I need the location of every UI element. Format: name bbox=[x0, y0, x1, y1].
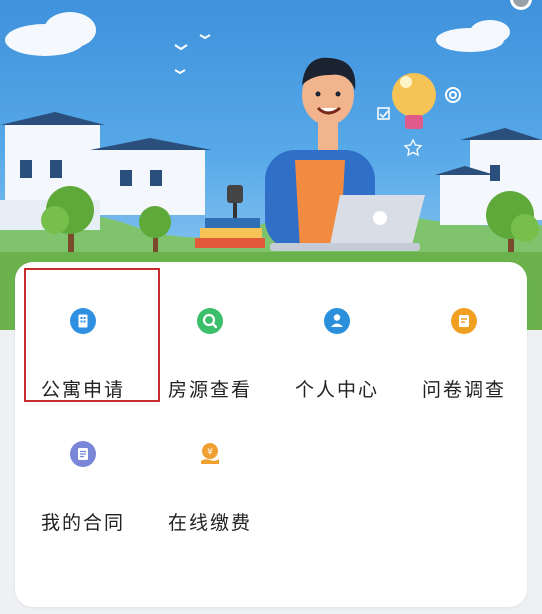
payment-icon: ¥ bbox=[197, 441, 223, 467]
grid-item-label: 我的合同 bbox=[40, 512, 125, 534]
svg-text:¥: ¥ bbox=[207, 448, 213, 458]
grid-item-personal-center[interactable]: 个人中心 bbox=[272, 278, 402, 401]
books-icon bbox=[195, 218, 265, 248]
highlight-selection-box bbox=[24, 268, 160, 402]
grid-item-label: 在线缴费 bbox=[167, 512, 252, 534]
birds-icon bbox=[174, 34, 211, 75]
grid-item-label: 个人中心 bbox=[294, 379, 379, 401]
user-center-icon bbox=[324, 308, 350, 334]
contract-icon bbox=[70, 441, 96, 467]
grid-item-label: 房源查看 bbox=[167, 379, 252, 401]
grid-item-online-payment[interactable]: ¥ 在线缴费 bbox=[145, 411, 275, 534]
grid-item-my-contract[interactable]: 我的合同 bbox=[18, 411, 148, 534]
houses-left bbox=[0, 112, 212, 230]
search-icon bbox=[197, 308, 223, 334]
cloud-icon bbox=[5, 12, 510, 56]
questionnaire-icon bbox=[451, 308, 477, 334]
grid-item-listing-view[interactable]: 房源查看 bbox=[145, 278, 275, 401]
grid-item-questionnaire[interactable]: 问卷调查 bbox=[399, 278, 529, 401]
gear-icon bbox=[445, 87, 461, 103]
grid-item-label: 问卷调查 bbox=[421, 379, 506, 401]
star-icon bbox=[403, 138, 423, 157]
lightbulb-icon bbox=[392, 73, 436, 129]
